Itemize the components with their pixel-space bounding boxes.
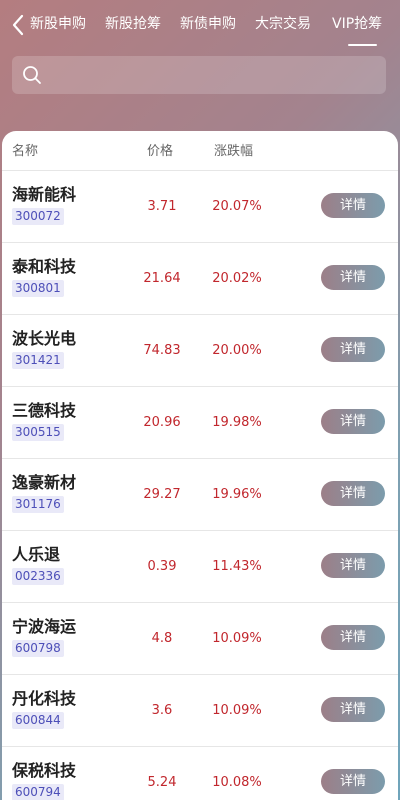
stock-change: 11.43% bbox=[212, 559, 262, 574]
table-row[interactable]: 泰和科技 300801 21.64 20.02% 详情 bbox=[2, 242, 398, 315]
details-button[interactable]: 详情 bbox=[321, 769, 385, 794]
tab-new-stock-grab[interactable]: 新股抢筹 bbox=[105, 14, 161, 34]
stock-price: 0.39 bbox=[147, 559, 177, 574]
stock-change: 19.98% bbox=[212, 415, 262, 430]
stock-name: 三德科技 bbox=[12, 401, 77, 420]
table-row[interactable]: 波长光电 301421 74.83 20.00% 详情 bbox=[2, 314, 398, 387]
table-row[interactable]: 逸豪新材 301176 29.27 19.96% 详情 bbox=[2, 458, 398, 531]
details-button[interactable]: 详情 bbox=[321, 481, 385, 506]
stock-price: 29.27 bbox=[143, 487, 181, 502]
stock-code: 600794 bbox=[12, 784, 64, 800]
stock-name: 波长光电 bbox=[12, 329, 77, 348]
stock-name: 人乐退 bbox=[12, 545, 61, 564]
search-icon bbox=[23, 66, 41, 84]
stock-price: 74.83 bbox=[143, 343, 181, 358]
details-button[interactable]: 详情 bbox=[321, 265, 385, 290]
details-button[interactable]: 详情 bbox=[321, 409, 385, 434]
table-row[interactable]: 三德科技 300515 20.96 19.98% 详情 bbox=[2, 386, 398, 459]
column-header-name: 名称 bbox=[12, 144, 39, 159]
tab-block-trade[interactable]: 大宗交易 bbox=[255, 14, 311, 34]
stock-code: 600844 bbox=[12, 712, 64, 729]
table-row[interactable]: 海新能科 300072 3.71 20.07% 详情 bbox=[2, 170, 398, 243]
tab-new-stock-subscribe[interactable]: 新股申购 bbox=[30, 14, 86, 34]
stock-code: 300072 bbox=[12, 208, 64, 225]
stock-price: 5.24 bbox=[147, 775, 177, 790]
stock-price: 4.8 bbox=[151, 631, 173, 646]
stock-change: 20.02% bbox=[212, 271, 262, 286]
stock-price: 20.96 bbox=[143, 415, 181, 430]
stock-name: 泰和科技 bbox=[12, 257, 77, 276]
stock-code: 600798 bbox=[12, 640, 64, 657]
active-tab-indicator bbox=[348, 44, 377, 46]
stock-name: 海新能科 bbox=[12, 185, 77, 204]
table-row[interactable]: 丹化科技 600844 3.6 10.09% 详情 bbox=[2, 674, 398, 747]
stock-price: 21.64 bbox=[143, 271, 181, 286]
details-button[interactable]: 详情 bbox=[321, 697, 385, 722]
stock-name: 保税科技 bbox=[12, 761, 77, 780]
details-button[interactable]: 详情 bbox=[321, 193, 385, 218]
tab-new-bond-subscribe[interactable]: 新债申购 bbox=[180, 14, 236, 34]
search-input[interactable] bbox=[52, 56, 376, 96]
table-row[interactable]: 宁波海运 600798 4.8 10.09% 详情 bbox=[2, 602, 398, 675]
stock-change: 20.07% bbox=[212, 199, 262, 214]
tab-vip-grab[interactable]: VIP抢筹 bbox=[332, 14, 382, 34]
column-header-price: 价格 bbox=[147, 144, 174, 159]
stock-price: 3.71 bbox=[147, 199, 177, 214]
stock-change: 10.08% bbox=[212, 775, 262, 790]
details-button[interactable]: 详情 bbox=[321, 553, 385, 578]
column-header-change: 涨跌幅 bbox=[214, 144, 254, 159]
stock-change: 10.09% bbox=[212, 631, 262, 646]
stock-code: 300515 bbox=[12, 424, 64, 441]
stock-list-panel: 名称 价格 涨跌幅 海新能科 300072 3.71 20.07% 详情 泰和科… bbox=[2, 131, 398, 800]
table-row[interactable]: 人乐退 002336 0.39 11.43% 详情 bbox=[2, 530, 398, 603]
stock-code: 300801 bbox=[12, 280, 64, 297]
details-button[interactable]: 详情 bbox=[321, 625, 385, 650]
back-arrow-icon[interactable] bbox=[10, 14, 26, 36]
stock-name: 逸豪新材 bbox=[12, 473, 77, 492]
table-row[interactable]: 保税科技 600794 5.24 10.08% 详情 bbox=[2, 746, 398, 800]
search-bar[interactable] bbox=[12, 56, 386, 96]
stock-change: 19.96% bbox=[212, 487, 262, 502]
stock-code: 002336 bbox=[12, 568, 64, 585]
stock-name: 宁波海运 bbox=[12, 617, 77, 636]
stock-price: 3.6 bbox=[151, 703, 173, 718]
top-navigation: 新股申购 新股抢筹 新债申购 大宗交易 VIP抢筹 bbox=[0, 0, 400, 48]
stock-name: 丹化科技 bbox=[12, 689, 77, 708]
stock-change: 20.00% bbox=[212, 343, 262, 358]
stock-code: 301421 bbox=[12, 352, 64, 369]
details-button[interactable]: 详情 bbox=[321, 337, 385, 362]
stock-code: 301176 bbox=[12, 496, 64, 513]
stock-change: 10.09% bbox=[212, 703, 262, 718]
